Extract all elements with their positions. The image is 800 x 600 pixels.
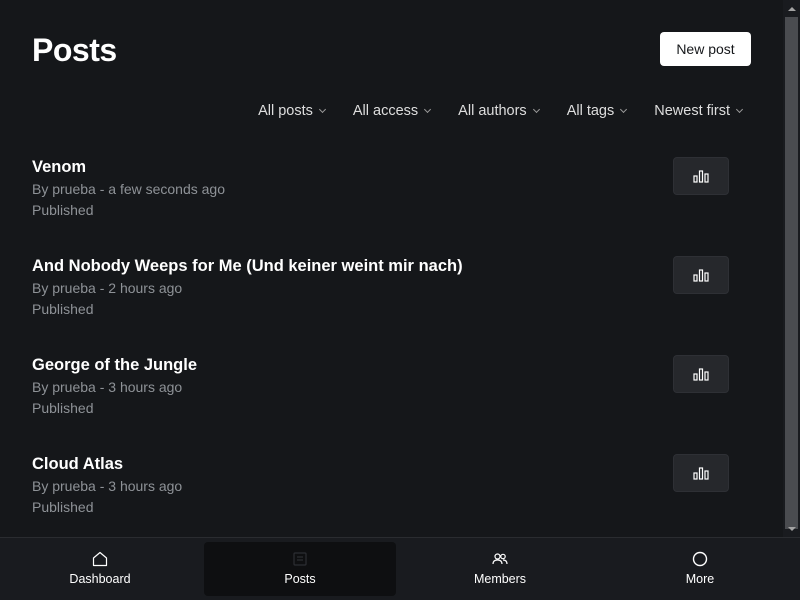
post-meta: By prueba - 2 hours ago [32,280,183,296]
post-title: And Nobody Weeps for Me (Und keiner wein… [32,257,463,275]
nav-label: Posts [284,572,316,586]
chevron-down-icon [620,105,628,113]
nav-label: Dashboard [69,572,131,586]
post-list-item[interactable]: And Nobody Weeps for Me (Und keiner wein… [32,256,732,355]
scroll-down-arrow[interactable] [783,520,800,537]
filter-posts-type[interactable]: All posts [258,103,326,119]
filter-label: All tags [566,103,615,119]
bar-chart-icon [693,170,709,183]
post-list: Venom By prueba - a few seconds ago Publ… [32,157,732,553]
analytics-button[interactable] [673,157,729,195]
new-post-button[interactable]: New post [660,32,751,66]
home-icon [91,550,109,568]
filter-label: All posts [258,103,313,119]
post-meta: By prueba - 3 hours ago [32,379,183,395]
bottom-nav: Dashboard Posts Members More [0,537,800,600]
post-status: Published [32,202,94,218]
app-root: Posts New post All posts All access All … [0,0,800,600]
post-title: Cloud Atlas [32,455,124,473]
nav-item-posts[interactable]: Posts [200,538,400,600]
post-list-item[interactable]: Venom By prueba - a few seconds ago Publ… [32,157,732,256]
filter-authors[interactable]: All authors [458,103,540,119]
chevron-down-icon [424,105,432,113]
nav-item-dashboard[interactable]: Dashboard [0,538,200,600]
bar-chart-icon [693,467,709,480]
post-status: Published [32,499,94,515]
chevron-down-icon [318,105,326,113]
post-title: Venom [32,158,87,176]
analytics-button[interactable] [673,355,729,393]
members-icon [491,550,509,568]
posts-icon [291,550,309,568]
analytics-button[interactable] [673,454,729,492]
scroll-thumb[interactable] [785,17,798,529]
bar-chart-icon [693,368,709,381]
triangle-down-icon [787,526,796,531]
chevron-down-icon [735,105,744,113]
nav-label: Members [473,572,527,586]
scroll-up-arrow[interactable] [783,0,800,17]
filter-label: All authors [458,103,527,119]
filter-bar: All posts All access All authors All tag… [258,100,744,122]
filter-sort[interactable]: Newest first [654,103,744,119]
post-status: Published [32,301,94,317]
filter-label: All access [352,103,419,119]
bar-chart-icon [693,269,709,282]
more-icon [691,550,709,568]
filter-label: Newest first [654,103,730,119]
analytics-button[interactable] [673,256,729,294]
post-status: Published [32,400,94,416]
page-title: Posts [32,32,117,68]
nav-label: More [685,572,715,586]
triangle-up-icon [787,6,796,11]
post-meta: By prueba - a few seconds ago [32,181,226,197]
post-title: George of the Jungle [32,356,198,374]
post-list-item[interactable]: George of the Jungle By prueba - 3 hours… [32,355,732,454]
filter-tags[interactable]: All tags [566,103,628,119]
filter-access[interactable]: All access [352,103,432,119]
post-meta: By prueba - 3 hours ago [32,478,183,494]
vertical-scrollbar[interactable] [783,0,800,537]
chevron-down-icon [532,105,540,113]
nav-item-more[interactable]: More [600,538,800,600]
nav-item-members[interactable]: Members [400,538,600,600]
